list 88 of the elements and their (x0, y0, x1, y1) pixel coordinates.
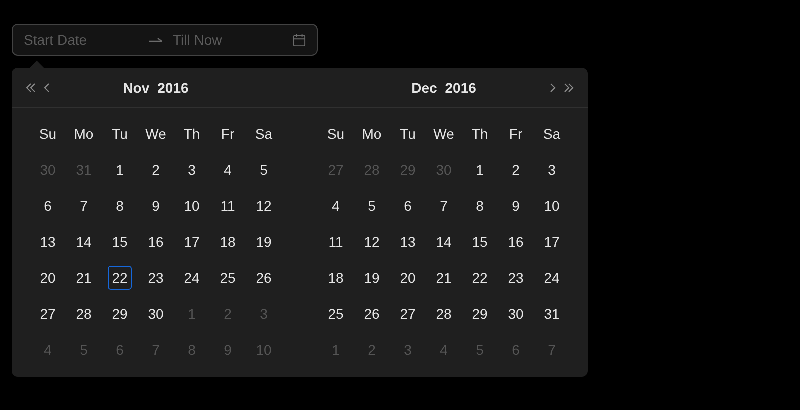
day-cell[interactable]: 11 (216, 194, 240, 218)
day-cell[interactable]: 6 (396, 194, 420, 218)
weekday-label: Fr (509, 125, 523, 144)
day-cell[interactable]: 29 (468, 302, 492, 326)
day-cell[interactable]: 26 (360, 302, 384, 326)
day-cell[interactable]: 5 (252, 158, 276, 182)
day-cell[interactable]: 22 (468, 266, 492, 290)
day-cell[interactable]: 19 (360, 266, 384, 290)
day-cell[interactable]: 16 (504, 230, 528, 254)
day-cell[interactable]: 26 (252, 266, 276, 290)
day-cell[interactable]: 4 (216, 158, 240, 182)
day-cell[interactable]: 23 (504, 266, 528, 290)
day-cell[interactable]: 7 (432, 194, 456, 218)
day-cell[interactable]: 9 (504, 194, 528, 218)
day-cell[interactable]: 8 (468, 194, 492, 218)
day-cell[interactable]: 25 (216, 266, 240, 290)
day-cell[interactable]: 4 (324, 194, 348, 218)
day-cell[interactable]: 27 (396, 302, 420, 326)
day-cell[interactable]: 3 (540, 158, 564, 182)
weekday-label: Sa (543, 125, 561, 144)
day-cell[interactable]: 28 (72, 302, 96, 326)
weekday-label: Th (184, 125, 200, 144)
weekday-label: Mo (74, 125, 94, 144)
day-cell[interactable]: 10 (180, 194, 204, 218)
weekday-label: Mo (362, 125, 382, 144)
weekday-label: We (434, 125, 454, 144)
day-cell[interactable]: 9 (144, 194, 168, 218)
day-cell[interactable]: 3 (180, 158, 204, 182)
day-cell[interactable]: 12 (360, 230, 384, 254)
calendar-icon (293, 34, 306, 46)
day-cell[interactable]: 30 (144, 302, 168, 326)
weekday-label: Fr (221, 125, 235, 144)
day-cell[interactable]: 16 (144, 230, 168, 254)
day-cell[interactable]: 15 (468, 230, 492, 254)
day-cell[interactable]: 11 (324, 230, 348, 254)
double-chevron-right-icon (563, 82, 575, 92)
next-year-button[interactable] (562, 80, 576, 94)
day-cell[interactable]: 1 (108, 158, 132, 182)
day-cell[interactable]: 18 (216, 230, 240, 254)
day-cell[interactable]: 14 (72, 230, 96, 254)
month-selector[interactable]: Nov (123, 78, 150, 98)
day-cell[interactable]: 25 (324, 302, 348, 326)
day-cell[interactable]: 15 (108, 230, 132, 254)
day-cell[interactable]: 17 (540, 230, 564, 254)
day-cell[interactable]: 6 (36, 194, 60, 218)
day-cell[interactable]: 30 (504, 302, 528, 326)
day-cell[interactable]: 13 (396, 230, 420, 254)
previous-year-button[interactable] (24, 80, 38, 94)
day-cell[interactable]: 7 (72, 194, 96, 218)
day-cell[interactable]: 22 (108, 266, 132, 290)
day-cell[interactable]: 19 (252, 230, 276, 254)
day-cell[interactable]: 14 (432, 230, 456, 254)
weekday-label: Su (327, 125, 345, 144)
weekday-label: Su (39, 125, 57, 144)
day-cell[interactable]: 20 (396, 266, 420, 290)
day-cell[interactable]: 27 (36, 302, 60, 326)
day-cell[interactable]: 17 (180, 230, 204, 254)
day-cell[interactable]: 12 (252, 194, 276, 218)
day-cell[interactable]: 23 (144, 266, 168, 290)
day-cell[interactable]: 8 (108, 194, 132, 218)
weekday-label: We (146, 125, 166, 144)
day-cell[interactable]: 5 (360, 194, 384, 218)
day-cell[interactable]: 28 (432, 302, 456, 326)
year-selector[interactable]: 2016 (445, 78, 476, 98)
day-cell[interactable]: 24 (540, 266, 564, 290)
day-cell[interactable]: 10 (540, 194, 564, 218)
start-date-input[interactable]: Start Date (24, 30, 134, 50)
day-cell[interactable]: 2 (144, 158, 168, 182)
month-selector[interactable]: Dec (412, 78, 438, 98)
day-cell[interactable]: 21 (72, 266, 96, 290)
day-cell[interactable]: 21 (432, 266, 456, 290)
end-date-input[interactable]: Till Now (173, 30, 283, 50)
date-range-field[interactable]: Start Date Till Now (12, 24, 318, 56)
day-cell[interactable]: 2 (504, 158, 528, 182)
weekday-label: Th (472, 125, 488, 144)
day-cell[interactable]: 29 (108, 302, 132, 326)
day-cell[interactable]: 31 (540, 302, 564, 326)
year-selector[interactable]: 2016 (158, 78, 189, 98)
double-chevron-left-icon (25, 82, 37, 92)
weekday-label: Sa (255, 125, 273, 144)
weekday-label: Tu (400, 125, 416, 144)
day-cell[interactable]: 24 (180, 266, 204, 290)
weekday-label: Tu (112, 125, 128, 144)
day-cell[interactable]: 18 (324, 266, 348, 290)
day-cell[interactable]: 13 (36, 230, 60, 254)
day-cell[interactable]: 1 (468, 158, 492, 182)
arrow-icon (149, 36, 163, 44)
day-cell[interactable]: 20 (36, 266, 60, 290)
